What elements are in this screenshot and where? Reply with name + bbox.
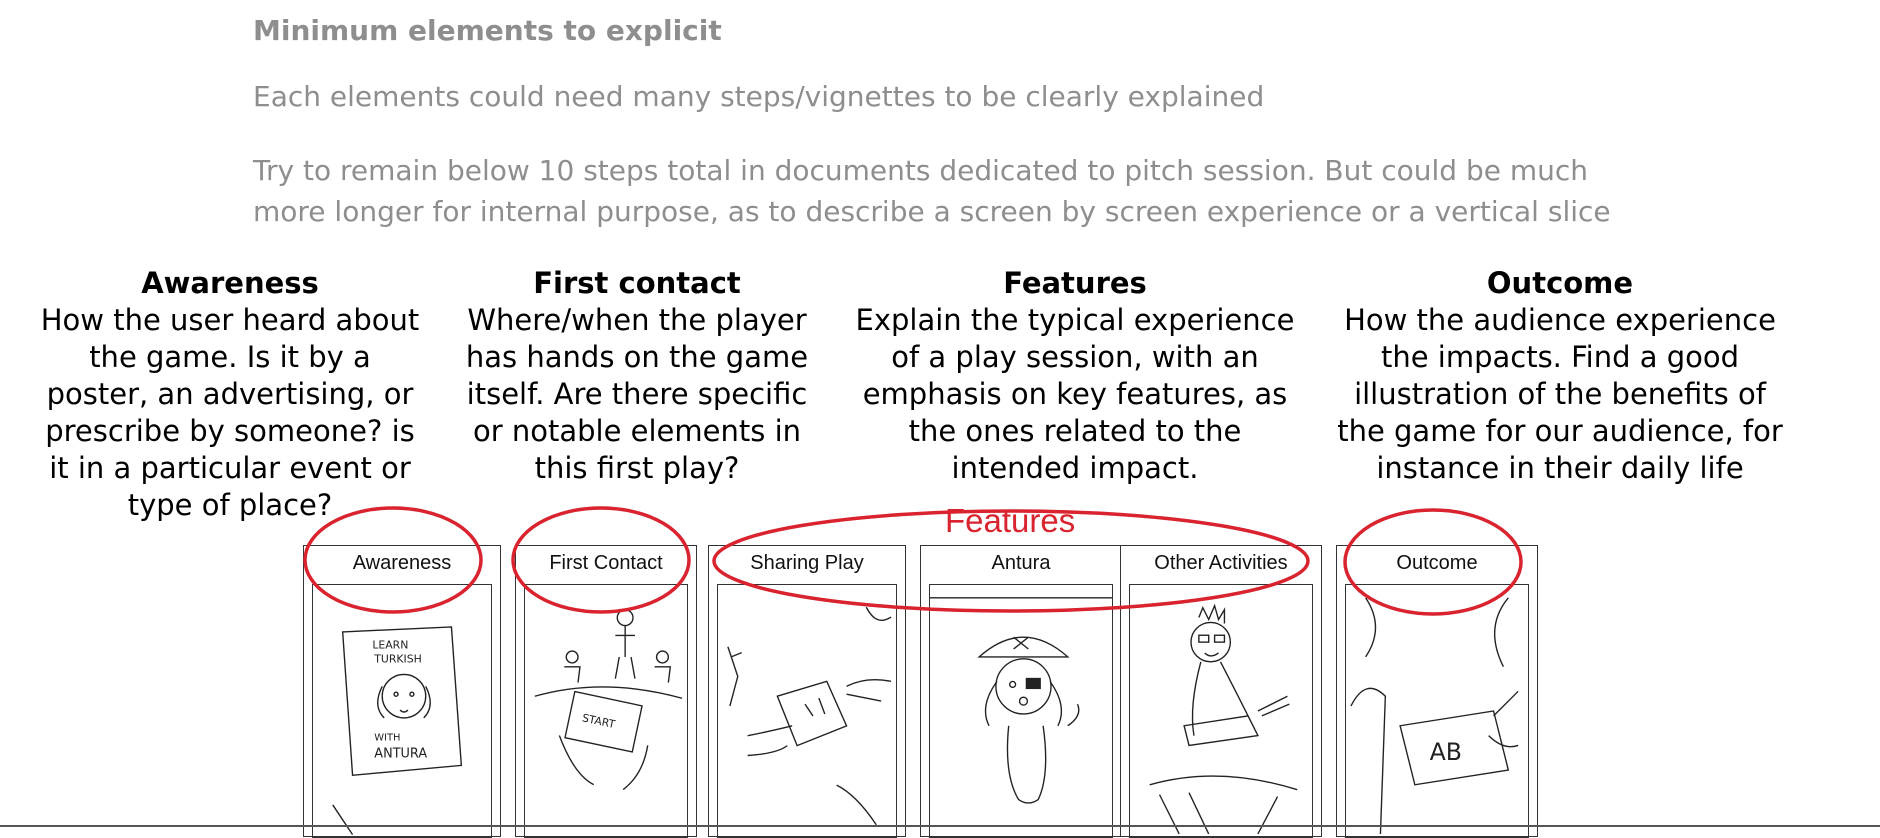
column-first-contact: First contact Where/when the player has … <box>452 265 822 487</box>
svg-text:LEARN: LEARN <box>372 639 408 652</box>
svg-text:AB: AB <box>1430 738 1462 766</box>
column-title: Awareness <box>141 266 319 300</box>
storyboard-panel-outcome: Outcome AB <box>1336 545 1538 838</box>
svg-text:ANTURA: ANTURA <box>374 746 427 761</box>
svg-text:TURKISH: TURKISH <box>373 653 422 666</box>
column-title: First contact <box>533 266 741 300</box>
column-description: How the audience experience the impacts.… <box>1337 303 1783 485</box>
page-bottom-divider <box>0 825 1880 827</box>
intro-line-1: Each elements could need many steps/vign… <box>253 80 1265 113</box>
column-awareness: Awareness How the user heard about the g… <box>40 265 420 524</box>
tablet-sketch: START <box>524 584 688 838</box>
slide-heading: Minimum elements to explicit <box>253 14 722 47</box>
column-description: Where/when the player has hands on the g… <box>465 303 809 485</box>
svg-text:WITH: WITH <box>374 733 400 744</box>
column-title: Features <box>1003 266 1147 300</box>
panel-label: Other Activities <box>1154 552 1288 574</box>
storyboard-panel-awareness: Awareness LEARN TURKISH WITH ANTURA <box>303 545 501 838</box>
poster-sketch: LEARN TURKISH WITH ANTURA <box>312 584 492 838</box>
person-reading-sketch <box>1129 584 1313 838</box>
features-annotation: Features <box>945 502 1076 539</box>
column-outcome: Outcome How the audience experience the … <box>1330 265 1790 487</box>
hands-sketch <box>717 584 897 838</box>
svg-text:START: START <box>581 711 617 731</box>
storyboard-panel-other-activities: Other Activities <box>1120 545 1322 838</box>
writing-sketch: AB <box>1345 584 1529 838</box>
dog-pirate-sketch <box>929 584 1113 838</box>
panel-label: Outcome <box>1396 552 1478 574</box>
panel-label: First Contact <box>549 552 663 574</box>
column-description: Explain the typical experience of a play… <box>855 303 1295 485</box>
panel-label: Antura <box>991 552 1051 574</box>
storyboard-panel-antura: Antura <box>920 545 1122 838</box>
column-features: Features Explain the typical experience … <box>850 265 1300 487</box>
panel-label: Awareness <box>352 552 452 574</box>
column-description: How the user heard about the game. Is it… <box>40 303 420 522</box>
storyboard-panel-sharing-play: Sharing Play <box>708 545 906 838</box>
column-title: Outcome <box>1486 266 1634 300</box>
storyboard-panel-first-contact: First Contact START <box>515 545 697 838</box>
panel-label: Sharing Play <box>750 552 864 574</box>
intro-line-2: Try to remain below 10 steps total in do… <box>253 154 1611 228</box>
